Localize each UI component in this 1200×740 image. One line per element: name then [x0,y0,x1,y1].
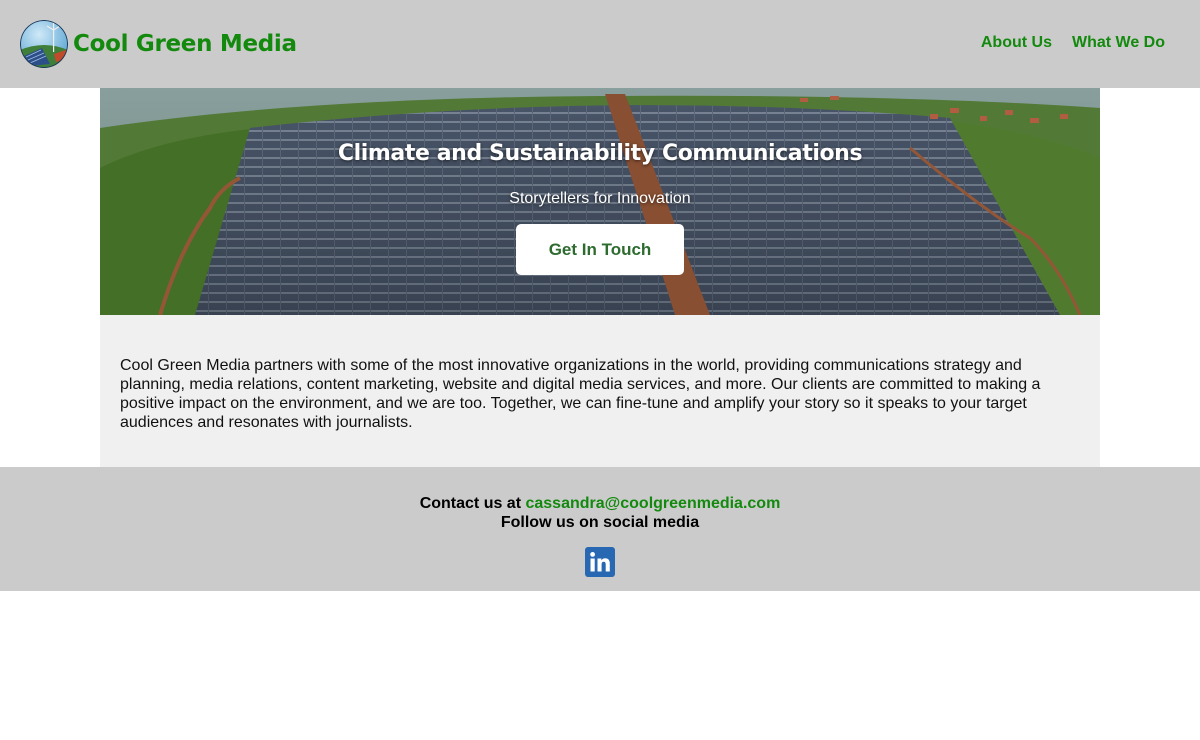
brand-name: Cool Green Media [73,31,297,57]
about-paragraph: Cool Green Media partners with some of t… [120,357,1041,431]
nav-link-what-we-do[interactable]: What We Do [1072,34,1165,52]
contact-line: Contact us at cassandra@coolgreenmedia.c… [0,494,1200,513]
main-nav: About Us What We Do [981,34,1165,52]
get-in-touch-button[interactable]: Get In Touch [516,224,684,275]
brand-logo-link[interactable]: Cool Green Media [20,20,297,68]
logo-globe-icon [20,20,68,68]
follow-social-text: Follow us on social media [500,514,700,531]
contact-prefix: Contact us at [419,495,522,512]
hero-title: Climate and Sustainability Communication… [337,141,863,166]
linkedin-link[interactable] [585,547,615,577]
nav-link-about-us[interactable]: About Us [981,34,1052,52]
linkedin-icon [585,547,615,577]
hero-banner: Climate and Sustainability Communication… [100,88,1100,315]
site-footer: Contact us at cassandra@coolgreenmedia.c… [0,467,1200,591]
site-header: Cool Green Media About Us What We Do [0,0,1200,88]
hero-subtitle: Storytellers for Innovation [509,190,691,207]
contact-email-link[interactable]: cassandra@coolgreenmedia.com [525,495,780,512]
about-section: Cool Green Media partners with some of t… [100,315,1100,467]
